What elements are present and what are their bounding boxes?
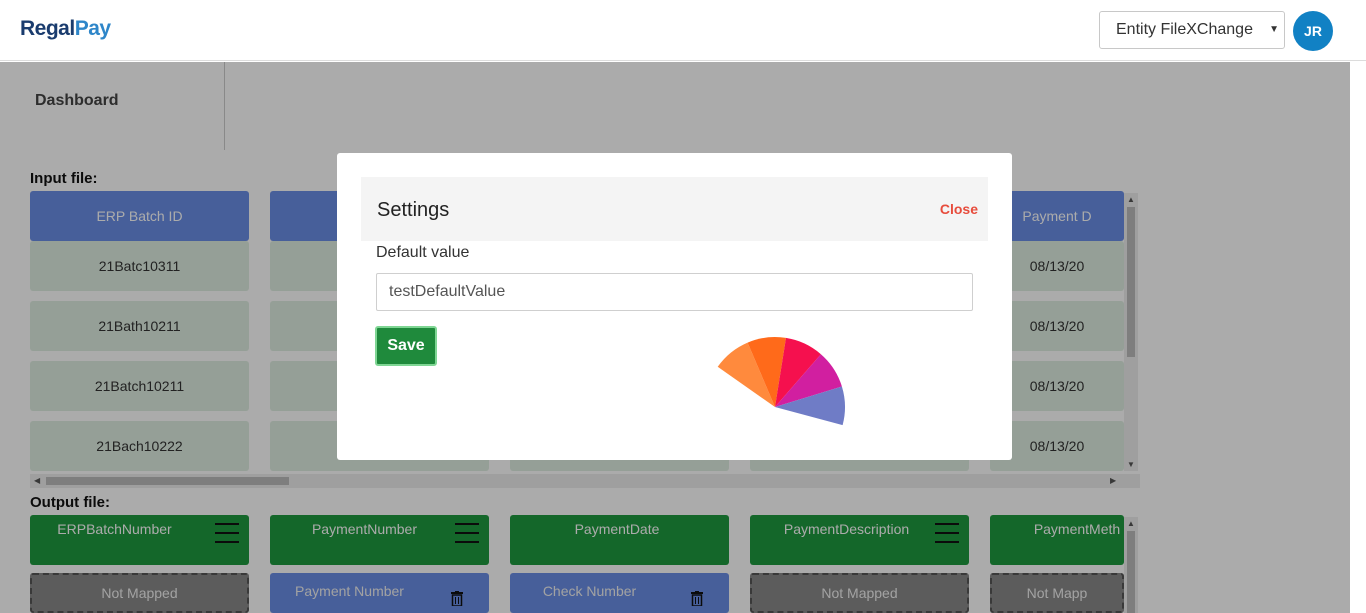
entity-select-value: Entity FileXChange bbox=[1116, 21, 1253, 38]
close-button[interactable]: Close bbox=[940, 201, 978, 217]
app-header: RegalPay Entity FileXChange ▼ JR bbox=[0, 0, 1366, 61]
default-value-label: Default value bbox=[376, 244, 470, 261]
regalpay-logo[interactable]: RegalPay bbox=[20, 17, 111, 41]
save-button[interactable]: Save bbox=[375, 326, 437, 366]
entity-select[interactable]: Entity FileXChange ▼ bbox=[1099, 11, 1285, 49]
page-scrollbar[interactable] bbox=[1350, 62, 1366, 613]
chevron-down-icon: ▼ bbox=[1269, 24, 1279, 35]
modal-header: Settings Close bbox=[361, 177, 988, 241]
loading-spinner-icon bbox=[717, 337, 845, 426]
default-value-input[interactable] bbox=[376, 273, 973, 311]
modal-title: Settings bbox=[377, 199, 450, 221]
settings-modal: Settings Close Default value Save bbox=[337, 153, 1012, 460]
avatar[interactable]: JR bbox=[1293, 11, 1333, 51]
